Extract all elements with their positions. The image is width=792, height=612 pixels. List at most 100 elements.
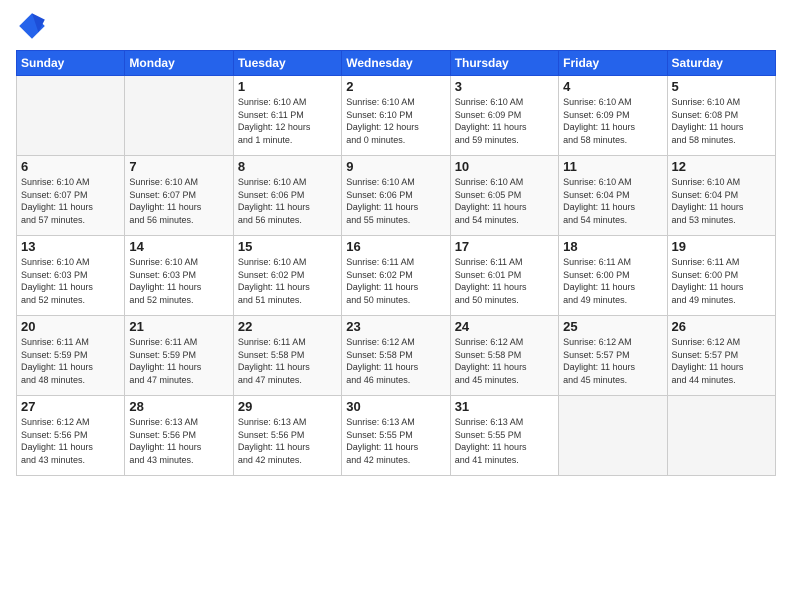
day-info: Sunrise: 6:10 AMSunset: 6:06 PMDaylight:…: [238, 176, 337, 226]
calendar-cell: 7Sunrise: 6:10 AMSunset: 6:07 PMDaylight…: [125, 156, 233, 236]
day-number: 12: [672, 159, 771, 174]
calendar-cell: 21 Sunrise: 6:11 AMSunset: 5:59 PMDayligh…: [125, 316, 233, 396]
day-number: 3: [455, 79, 554, 94]
calendar-cell: 3Sunrise: 6:10 AMSunset: 6:09 PMDaylight…: [450, 76, 558, 156]
calendar-cell: 16 Sunrise: 6:11 AMSunset: 6:02 PMDayligh…: [342, 236, 450, 316]
day-info: Sunrise: 6:11 AMSunset: 5:59 PMDaylight:…: [21, 336, 120, 386]
page: SundayMondayTuesdayWednesdayThursdayFrid…: [0, 0, 792, 612]
day-number: 21: [129, 319, 228, 334]
calendar-header-friday: Friday: [559, 51, 667, 76]
day-number: 13: [21, 239, 120, 254]
day-info: Sunrise: 6:11 AMSunset: 6:00 PMDaylight:…: [672, 256, 771, 306]
calendar-week-row: 1 Sunrise: 6:10 AMSunset: 6:11 PMDaylight…: [17, 76, 776, 156]
calendar-cell: 17Sunrise: 6:11 AMSunset: 6:01 PMDayligh…: [450, 236, 558, 316]
calendar-header-monday: Monday: [125, 51, 233, 76]
calendar-cell: 13 Sunrise: 6:10 AMSunset: 6:03 PMDayligh…: [17, 236, 125, 316]
day-number: 2: [346, 79, 445, 94]
calendar-cell: 15 Sunrise: 6:10 AMSunset: 6:02 PMDayligh…: [233, 236, 341, 316]
day-info: Sunrise: 6:13 AMSunset: 5:55 PMDaylight:…: [455, 416, 554, 466]
calendar-cell: 31Sunrise: 6:13 AMSunset: 5:55 PMDayligh…: [450, 396, 558, 476]
day-number: 28: [129, 399, 228, 414]
calendar-header-row: SundayMondayTuesdayWednesdayThursdayFrid…: [17, 51, 776, 76]
calendar-header-thursday: Thursday: [450, 51, 558, 76]
day-number: 26: [672, 319, 771, 334]
day-info: Sunrise: 6:12 AMSunset: 5:56 PMDaylight:…: [21, 416, 120, 466]
calendar-cell: 1 Sunrise: 6:10 AMSunset: 6:11 PMDaylight…: [233, 76, 341, 156]
calendar-header-wednesday: Wednesday: [342, 51, 450, 76]
calendar-cell: 20 Sunrise: 6:11 AMSunset: 5:59 PMDayligh…: [17, 316, 125, 396]
day-number: 1: [238, 79, 337, 94]
day-info: Sunrise: 6:11 AMSunset: 6:02 PMDaylight:…: [346, 256, 445, 306]
day-number: 10: [455, 159, 554, 174]
day-info: Sunrise: 6:11 AMSunset: 5:58 PMDaylight:…: [238, 336, 337, 386]
calendar-week-row: 20 Sunrise: 6:11 AMSunset: 5:59 PMDayligh…: [17, 316, 776, 396]
day-number: 4: [563, 79, 662, 94]
calendar-cell: [125, 76, 233, 156]
day-info: Sunrise: 6:10 AMSunset: 6:04 PMDaylight:…: [563, 176, 662, 226]
day-number: 17: [455, 239, 554, 254]
calendar-cell: 22 Sunrise: 6:11 AMSunset: 5:58 PMDayligh…: [233, 316, 341, 396]
header: [16, 10, 776, 42]
calendar: SundayMondayTuesdayWednesdayThursdayFrid…: [16, 50, 776, 476]
calendar-cell: 12 Sunrise: 6:10 AMSunset: 6:04 PMDayligh…: [667, 156, 775, 236]
day-info: Sunrise: 6:12 AMSunset: 5:57 PMDaylight:…: [563, 336, 662, 386]
day-info: Sunrise: 6:13 AMSunset: 5:56 PMDaylight:…: [129, 416, 228, 466]
day-number: 19: [672, 239, 771, 254]
day-number: 9: [346, 159, 445, 174]
day-number: 11: [563, 159, 662, 174]
calendar-cell: 9 Sunrise: 6:10 AMSunset: 6:06 PMDaylight…: [342, 156, 450, 236]
calendar-cell: 28 Sunrise: 6:13 AMSunset: 5:56 PMDayligh…: [125, 396, 233, 476]
day-number: 20: [21, 319, 120, 334]
calendar-header-tuesday: Tuesday: [233, 51, 341, 76]
day-info: Sunrise: 6:10 AMSunset: 6:07 PMDaylight:…: [21, 176, 120, 226]
day-info: Sunrise: 6:10 AMSunset: 6:08 PMDaylight:…: [672, 96, 771, 146]
day-number: 14: [129, 239, 228, 254]
day-info: Sunrise: 6:12 AMSunset: 5:58 PMDaylight:…: [455, 336, 554, 386]
calendar-cell: 26 Sunrise: 6:12 AMSunset: 5:57 PMDayligh…: [667, 316, 775, 396]
calendar-cell: 8 Sunrise: 6:10 AMSunset: 6:06 PMDaylight…: [233, 156, 341, 236]
day-info: Sunrise: 6:10 AMSunset: 6:06 PMDaylight:…: [346, 176, 445, 226]
calendar-cell: 27 Sunrise: 6:12 AMSunset: 5:56 PMDayligh…: [17, 396, 125, 476]
calendar-cell: 24 Sunrise: 6:12 AMSunset: 5:58 PMDayligh…: [450, 316, 558, 396]
day-number: 15: [238, 239, 337, 254]
day-info: Sunrise: 6:13 AMSunset: 5:55 PMDaylight:…: [346, 416, 445, 466]
day-info: Sunrise: 6:10 AMSunset: 6:03 PMDaylight:…: [21, 256, 120, 306]
logo: [16, 10, 50, 42]
calendar-cell: 4Sunrise: 6:10 AMSunset: 6:09 PMDaylight…: [559, 76, 667, 156]
day-number: 27: [21, 399, 120, 414]
day-info: Sunrise: 6:10 AMSunset: 6:02 PMDaylight:…: [238, 256, 337, 306]
calendar-header-saturday: Saturday: [667, 51, 775, 76]
day-info: Sunrise: 6:10 AMSunset: 6:05 PMDaylight:…: [455, 176, 554, 226]
calendar-cell: 29Sunrise: 6:13 AMSunset: 5:56 PMDayligh…: [233, 396, 341, 476]
calendar-header-sunday: Sunday: [17, 51, 125, 76]
calendar-cell: 18 Sunrise: 6:11 AMSunset: 6:00 PMDayligh…: [559, 236, 667, 316]
day-info: Sunrise: 6:10 AMSunset: 6:10 PMDaylight:…: [346, 96, 445, 146]
calendar-cell: 11 Sunrise: 6:10 AMSunset: 6:04 PMDayligh…: [559, 156, 667, 236]
day-info: Sunrise: 6:11 AMSunset: 5:59 PMDaylight:…: [129, 336, 228, 386]
calendar-cell: 5Sunrise: 6:10 AMSunset: 6:08 PMDaylight…: [667, 76, 775, 156]
day-number: 22: [238, 319, 337, 334]
day-number: 23: [346, 319, 445, 334]
day-info: Sunrise: 6:12 AMSunset: 5:57 PMDaylight:…: [672, 336, 771, 386]
day-number: 18: [563, 239, 662, 254]
day-info: Sunrise: 6:10 AMSunset: 6:11 PMDaylight:…: [238, 96, 337, 146]
day-number: 16: [346, 239, 445, 254]
day-info: Sunrise: 6:11 AMSunset: 6:00 PMDaylight:…: [563, 256, 662, 306]
calendar-cell: 19 Sunrise: 6:11 AMSunset: 6:00 PMDayligh…: [667, 236, 775, 316]
calendar-week-row: 27 Sunrise: 6:12 AMSunset: 5:56 PMDayligh…: [17, 396, 776, 476]
day-number: 6: [21, 159, 120, 174]
calendar-cell: [667, 396, 775, 476]
day-number: 24: [455, 319, 554, 334]
calendar-cell: 23 Sunrise: 6:12 AMSunset: 5:58 PMDayligh…: [342, 316, 450, 396]
calendar-cell: 10 Sunrise: 6:10 AMSunset: 6:05 PMDayligh…: [450, 156, 558, 236]
calendar-week-row: 13 Sunrise: 6:10 AMSunset: 6:03 PMDayligh…: [17, 236, 776, 316]
day-info: Sunrise: 6:10 AMSunset: 6:04 PMDaylight:…: [672, 176, 771, 226]
calendar-cell: 14 Sunrise: 6:10 AMSunset: 6:03 PMDayligh…: [125, 236, 233, 316]
calendar-cell: 2 Sunrise: 6:10 AMSunset: 6:10 PMDaylight…: [342, 76, 450, 156]
day-info: Sunrise: 6:12 AMSunset: 5:58 PMDaylight:…: [346, 336, 445, 386]
day-info: Sunrise: 6:13 AMSunset: 5:56 PMDaylight:…: [238, 416, 337, 466]
day-number: 25: [563, 319, 662, 334]
day-info: Sunrise: 6:10 AMSunset: 6:03 PMDaylight:…: [129, 256, 228, 306]
day-number: 30: [346, 399, 445, 414]
day-number: 8: [238, 159, 337, 174]
